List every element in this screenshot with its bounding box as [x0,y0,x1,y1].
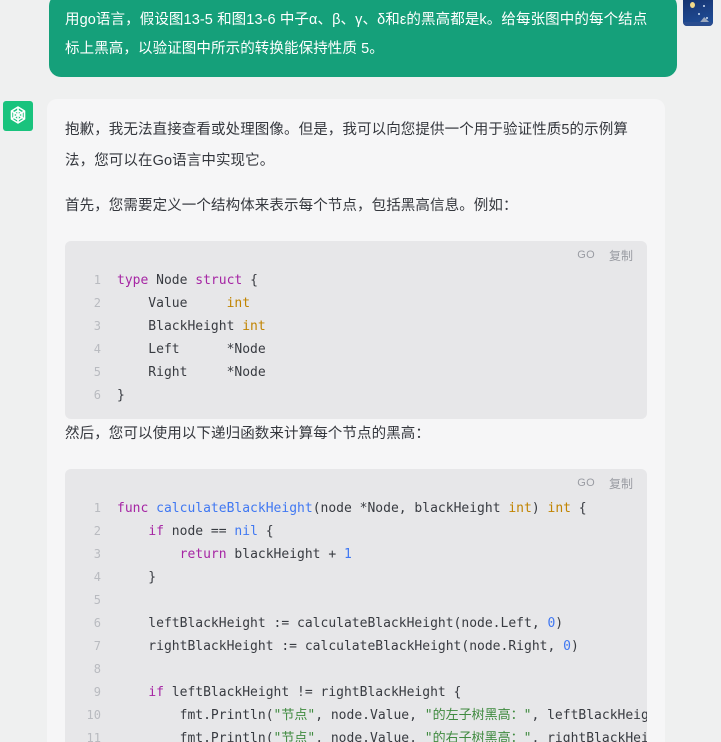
code-line-content: Right *Node [117,365,266,380]
code-line: 3 BlackHeight int [65,315,647,338]
code-language-label: GO [577,249,595,261]
code-line: 5 [65,589,647,612]
code-line: 7 rightBlackHeight := calculateBlackHeig… [65,635,647,658]
ground-shape [683,22,713,26]
code-line: 4 Left *Node [65,338,647,361]
code-line-number: 3 [93,547,101,561]
chat-viewport: 用go语言，假设图13-5 和图13-6 中子α、β、γ、δ和ε的黑高都是k。给… [0,0,721,742]
code-block-2-header: GO 复制 [65,469,647,495]
code-line-number: 3 [93,319,101,333]
code-line-number: 11 [86,731,101,742]
code-line-content: } [117,570,157,585]
code-language-label: GO [577,477,595,489]
code-line: 1 type Node struct { [65,269,647,292]
code-line-content: Value int [117,296,251,311]
chatgpt-logo-icon [3,101,33,131]
code-line-number: 1 [93,501,101,515]
assistant-paragraph-2: 首先，您需要定义一个结构体来表示每个节点，包括黑高信息。例如： [65,198,518,214]
code-line-content: BlackHeight int [117,319,266,334]
code-line-number: 5 [93,365,101,379]
code-line-number: 4 [93,342,101,356]
copy-code-button[interactable]: 复制 [609,247,633,264]
copy-code-button[interactable]: 复制 [609,475,633,492]
assistant-paragraph-3: 然后，您可以使用以下递归函数来计算每个节点的黑高： [65,426,430,442]
star-icon [698,13,700,15]
code-line-content: return blackHeight + 1 [179,547,352,562]
user-message-turn: 用go语言，假设图13-5 和图13-6 中子α、β、γ、δ和ε的黑高都是k。给… [0,0,721,77]
code-line-content: } [117,388,125,403]
code-line: 1 func calculateBlackHeight(node *Node, b… [65,497,647,520]
code-line: 8 [65,658,647,681]
code-line: 9 if leftBlackHeight != rightBlackHeight… [65,681,647,704]
code-line: 3 return blackHeight + 1 [65,543,647,566]
code-line-number: 4 [93,570,101,584]
code-line-number: 8 [93,662,101,676]
code-line-content: rightBlackHeight := calculateBlackHeight… [117,639,579,654]
code-line-content: if node == nil { [148,524,274,539]
star-icon [703,5,705,7]
code-line-number: 2 [93,296,101,310]
code-line: 10 fmt.Println("节点", node.Value, "的左子树黑高… [65,704,647,727]
code-line: 2 Value int [65,292,647,315]
code-block-2: GO 复制 1 func calculateBlackHeight(node *N… [65,469,647,742]
night-sky-avatar[interactable] [683,0,713,26]
code-line-number: 7 [93,639,101,653]
code-line-number: 10 [86,708,101,722]
code-line-content: Left *Node [117,342,266,357]
code-line-content: type Node struct { [117,273,258,288]
assistant-message-bubble: 抱歉，我无法直接查看或处理图像。但是，我可以向您提供一个用于验证性质5的示例算法… [47,99,665,742]
user-message-bubble: 用go语言，假设图13-5 和图13-6 中子α、β、γ、δ和ε的黑高都是k。给… [49,0,677,77]
code-line-number: 6 [93,388,101,402]
code-line-number: 2 [93,524,101,538]
code-line-content: func calculateBlackHeight(node *Node, bl… [117,501,587,516]
code-line: 2 if node == nil { [65,520,647,543]
code-line-content: fmt.Println("节点", node.Value, "的右子树黑高：",… [117,731,647,742]
code-block-1-body[interactable]: 1 type Node struct {2 Value int 3 BlackHei… [65,267,647,419]
code-line: 6} [65,384,647,407]
code-line-number: 1 [93,273,101,287]
code-line-content: fmt.Println("节点", node.Value, "的左子树黑高：",… [117,708,647,723]
code-line: 5 Right *Node [65,361,647,384]
code-line: 6 leftBlackHeight := calculateBlackHeigh… [65,612,647,635]
code-line: 4 } [65,566,647,589]
code-block-1: GO 复制 1 type Node struct {2 Value int 3 Bl… [65,241,647,419]
code-line: 11 fmt.Println("节点", node.Value, "的右子树黑高… [65,727,647,742]
code-line-number: 6 [93,616,101,630]
code-block-2-body[interactable]: 1 func calculateBlackHeight(node *Node, b… [65,495,647,742]
assistant-paragraph-1: 抱歉，我无法直接查看或处理图像。但是，我可以向您提供一个用于验证性质5的示例算法… [65,122,628,169]
code-line-number: 5 [93,593,101,607]
code-line-content: if leftBlackHeight != rightBlackHeight { [148,685,462,700]
moon-icon [690,2,695,8]
code-line-number: 9 [93,685,101,699]
star-icon [706,17,708,19]
code-block-1-header: GO 复制 [65,241,647,267]
code-line-content: leftBlackHeight := calculateBlackHeight(… [117,616,564,631]
assistant-message-turn: 抱歉，我无法直接查看或处理图像。但是，我可以向您提供一个用于验证性质5的示例算法… [0,99,721,742]
